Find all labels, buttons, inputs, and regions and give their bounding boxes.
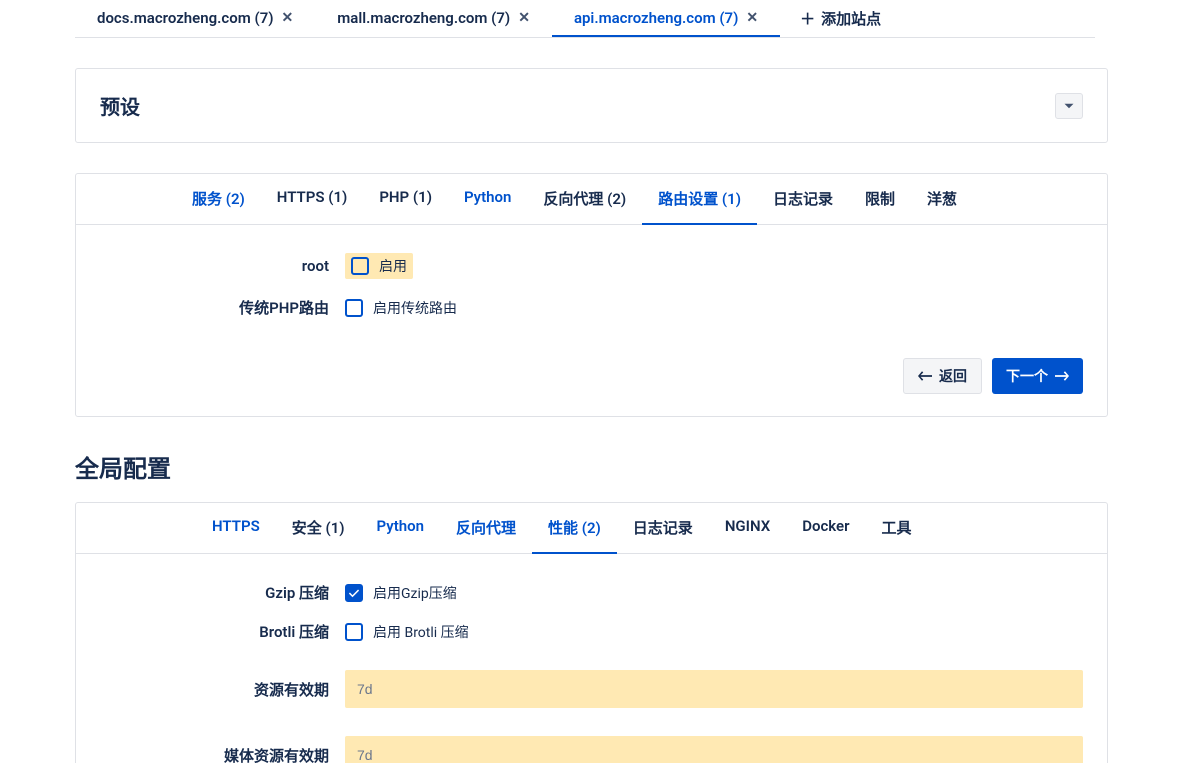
close-icon[interactable]: ✕	[746, 10, 758, 26]
domain-config-card: 服务 (2) HTTPS (1) PHP (1) Python 反向代理 (2)…	[75, 173, 1108, 417]
next-button[interactable]: 下一个	[992, 358, 1083, 394]
brotli-checkbox-wrap: 启用 Brotli 压缩	[345, 622, 469, 642]
tab-routing[interactable]: 路由设置 (1)	[642, 174, 757, 225]
gtab-tools[interactable]: 工具	[866, 503, 928, 554]
tab-python[interactable]: Python	[448, 174, 527, 225]
expand-button[interactable]	[1055, 93, 1083, 119]
check-icon	[348, 587, 360, 599]
site-tab-api[interactable]: api.macrozheng.com (7) ✕	[552, 1, 780, 37]
global-config-card: HTTPS 安全 (1) Python 反向代理 性能 (2) 日志记录 NGI…	[75, 502, 1108, 763]
site-tabs: docs.macrozheng.com (7) ✕ mall.macrozhen…	[75, 0, 1095, 38]
tab-limits[interactable]: 限制	[849, 174, 911, 225]
root-checkbox[interactable]	[351, 257, 369, 275]
asset-expire-row: 资源有效期	[100, 670, 1083, 708]
plus-icon: ＋	[800, 8, 815, 29]
gtab-performance[interactable]: 性能 (2)	[532, 503, 617, 554]
gzip-checkbox-label: 启用Gzip压缩	[373, 583, 457, 603]
tab-services[interactable]: 服务 (2)	[176, 174, 261, 225]
brotli-row: Brotli 压缩 启用 Brotli 压缩	[100, 621, 1083, 642]
global-tabs: HTTPS 安全 (1) Python 反向代理 性能 (2) 日志记录 NGI…	[76, 503, 1107, 554]
routing-form: root 启用 传统PHP路由 启用传统路由	[76, 225, 1107, 358]
media-expire-input[interactable]	[345, 736, 1083, 763]
php-route-row: 传统PHP路由 启用传统路由	[100, 297, 1083, 318]
tab-logging[interactable]: 日志记录	[757, 174, 849, 225]
chevron-down-icon	[1063, 100, 1075, 112]
gtab-https[interactable]: HTTPS	[196, 503, 276, 554]
brotli-label: Brotli 压缩	[100, 621, 345, 642]
root-checkbox-wrap: 启用	[345, 253, 413, 279]
php-route-checkbox-label: 启用传统路由	[373, 298, 457, 318]
site-tab-label: mall.macrozheng.com (7)	[337, 9, 510, 27]
root-checkbox-label: 启用	[379, 256, 407, 276]
add-site-label: 添加站点	[821, 8, 881, 29]
tab-https[interactable]: HTTPS (1)	[261, 174, 364, 225]
next-button-label: 下一个	[1006, 366, 1048, 386]
site-tab-docs[interactable]: docs.macrozheng.com (7) ✕	[75, 1, 315, 37]
back-button[interactable]: 返回	[903, 358, 982, 394]
button-row: 返回 下一个	[76, 358, 1107, 416]
arrow-right-icon	[1055, 370, 1069, 382]
gtab-python[interactable]: Python	[361, 503, 440, 554]
asset-expire-label: 资源有效期	[100, 679, 345, 700]
gzip-label: Gzip 压缩	[100, 582, 345, 603]
tab-reverse-proxy[interactable]: 反向代理 (2)	[527, 174, 642, 225]
global-config-title: 全局配置	[75, 449, 1183, 484]
preset-title: 预设	[100, 91, 140, 120]
site-tab-label: api.macrozheng.com (7)	[574, 9, 738, 27]
gtab-security[interactable]: 安全 (1)	[276, 503, 361, 554]
root-label: root	[100, 257, 345, 275]
back-button-label: 返回	[939, 366, 967, 386]
site-tab-label: docs.macrozheng.com (7)	[97, 9, 274, 27]
php-route-checkbox-wrap: 启用传统路由	[345, 298, 457, 318]
gzip-checkbox[interactable]	[345, 584, 363, 602]
gtab-reverse-proxy[interactable]: 反向代理	[440, 503, 532, 554]
brotli-checkbox-label: 启用 Brotli 压缩	[373, 622, 469, 642]
close-icon[interactable]: ✕	[518, 10, 530, 26]
asset-expire-input[interactable]	[345, 670, 1083, 708]
brotli-checkbox[interactable]	[345, 623, 363, 641]
performance-form: Gzip 压缩 启用Gzip压缩 Brotli 压缩 启用 Brotli 压缩 …	[76, 554, 1107, 763]
gzip-row: Gzip 压缩 启用Gzip压缩	[100, 582, 1083, 603]
media-expire-row: 媒体资源有效期	[100, 736, 1083, 763]
gzip-checkbox-wrap: 启用Gzip压缩	[345, 583, 457, 603]
close-icon[interactable]: ✕	[282, 10, 294, 26]
gtab-logging[interactable]: 日志记录	[617, 503, 709, 554]
preset-card: 预设	[75, 68, 1108, 143]
tab-onion[interactable]: 洋葱	[911, 174, 973, 225]
php-route-checkbox[interactable]	[345, 299, 363, 317]
site-tab-mall[interactable]: mall.macrozheng.com (7) ✕	[315, 1, 552, 37]
tab-php[interactable]: PHP (1)	[363, 174, 448, 225]
gtab-nginx[interactable]: NGINX	[709, 503, 786, 554]
arrow-left-icon	[918, 370, 932, 382]
media-expire-label: 媒体资源有效期	[100, 745, 345, 763]
root-row: root 启用	[100, 253, 1083, 279]
php-route-label: 传统PHP路由	[100, 297, 345, 318]
add-site-button[interactable]: ＋ 添加站点	[780, 0, 901, 37]
gtab-docker[interactable]: Docker	[786, 503, 865, 554]
domain-tabs: 服务 (2) HTTPS (1) PHP (1) Python 反向代理 (2)…	[76, 174, 1107, 225]
